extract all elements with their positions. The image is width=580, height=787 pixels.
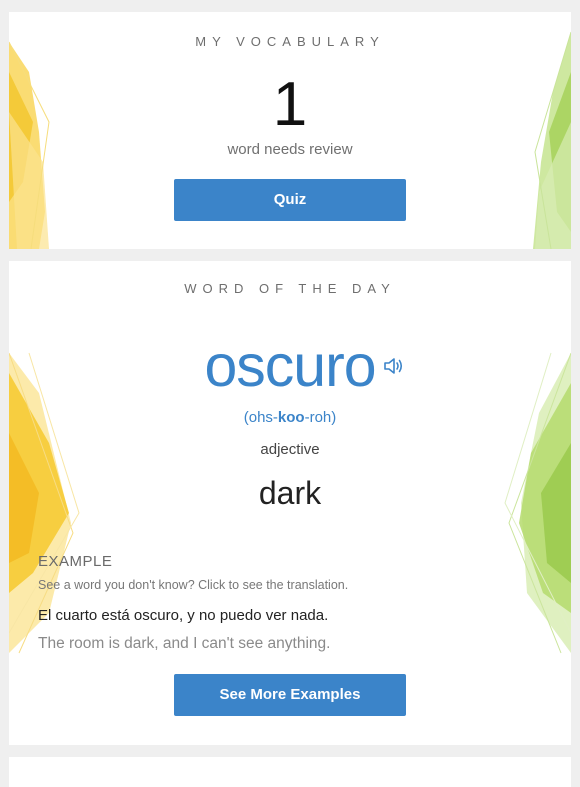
review-count: 1	[272, 70, 308, 139]
pronunciation-stress: koo	[277, 409, 305, 426]
see-more-examples-button[interactable]: See More Examples	[174, 674, 406, 716]
vocabulary-card: MY VOCABULARY 1 word needs review Quiz	[9, 12, 571, 249]
example-word[interactable]: cuarto	[56, 607, 98, 624]
example-label: EXAMPLE	[38, 553, 113, 570]
example-word[interactable]: y	[187, 607, 195, 624]
example-word[interactable]: oscuro,	[134, 607, 183, 624]
part-of-speech: adjective	[260, 441, 320, 458]
word-of-the-day-title: WORD OF THE DAY	[184, 281, 396, 296]
example-word[interactable]: está	[101, 607, 129, 624]
example-word[interactable]: no	[199, 607, 216, 624]
example-hint: See a word you don't know? Click to see …	[38, 578, 349, 592]
speaker-icon[interactable]	[382, 355, 404, 377]
example-word[interactable]: puedo	[220, 607, 262, 624]
translation: dark	[258, 475, 322, 511]
pronunciation-start: (ohs-	[243, 409, 278, 426]
pronunciation: (ohs-koo-roh)	[9, 409, 571, 426]
example-word[interactable]: El	[38, 607, 51, 624]
next-card	[9, 757, 571, 787]
word-of-the-day: oscuro	[204, 333, 376, 399]
example-word[interactable]: nada.	[291, 607, 329, 624]
pronunciation-end: -roh)	[304, 409, 337, 426]
vocabulary-title: MY VOCABULARY	[195, 34, 385, 49]
example-english-sentence: The room is dark, and I can't see anythi…	[38, 635, 331, 652]
word-of-the-day-card: WORD OF THE DAY oscuro (ohs-koo-roh) adj…	[9, 261, 571, 745]
word-row: oscuro	[9, 331, 571, 401]
example-word[interactable]: ver	[266, 607, 287, 624]
quiz-button[interactable]: Quiz	[174, 179, 406, 221]
example-spanish-sentence: El cuarto está oscuro, y no puedo ver na…	[38, 607, 328, 624]
review-caption: word needs review	[227, 141, 353, 158]
